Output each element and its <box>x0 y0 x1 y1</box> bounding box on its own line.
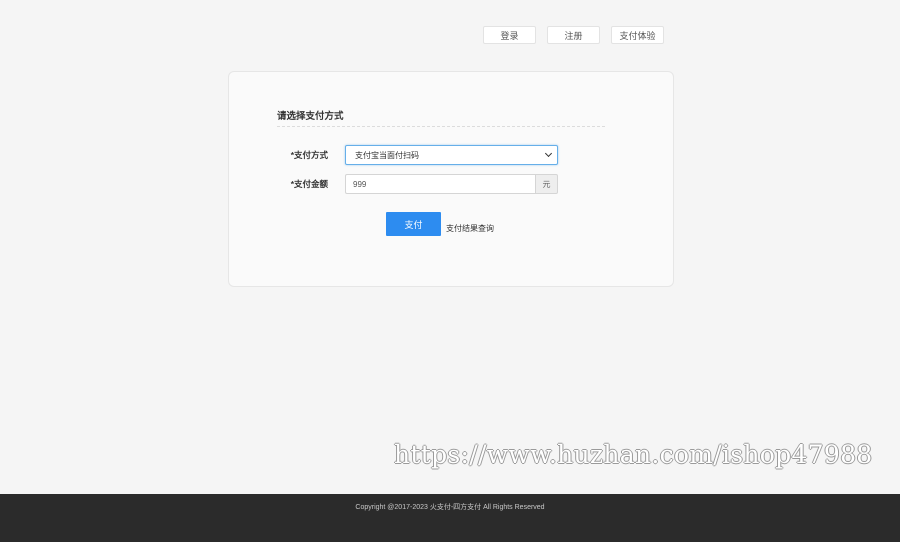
payment-card: 请选择支付方式 *支付方式 支付宝当面付扫码 *支付金额 元 支付 支付结果查询 <box>228 71 674 287</box>
watermark-text: https://www.huzhan.com/ishop47988 <box>394 440 873 469</box>
pay-button[interactable]: 支付 <box>386 212 441 236</box>
pay-demo-button[interactable]: 支付体验 <box>611 26 664 44</box>
register-button[interactable]: 注册 <box>547 26 600 44</box>
footer: Copyright @2017-2023 火支付-四方支付 All Rights… <box>0 494 900 542</box>
payment-amount-input[interactable] <box>345 174 535 194</box>
payment-amount-row: *支付金额 元 <box>277 174 577 194</box>
payment-result-query-link[interactable]: 支付结果查询 <box>446 223 494 234</box>
copyright-text: Copyright @2017-2023 火支付-四方支付 All Rights… <box>355 504 545 511</box>
amount-input-group: 元 <box>345 174 558 194</box>
payment-method-select[interactable]: 支付宝当面付扫码 <box>345 145 558 165</box>
chevron-down-icon <box>544 149 553 158</box>
payment-amount-label: *支付金额 <box>290 179 328 189</box>
amount-unit: 元 <box>535 174 558 194</box>
page: 登录 注册 支付体验 请选择支付方式 *支付方式 支付宝当面付扫码 *支付金额 … <box>0 0 900 542</box>
section-title: 请选择支付方式 <box>277 108 605 127</box>
top-nav: 登录 注册 支付体验 <box>483 26 664 44</box>
payment-method-value: 支付宝当面付扫码 <box>355 150 419 160</box>
form-actions: 支付 支付结果查询 <box>386 212 494 236</box>
payment-method-row: *支付方式 支付宝当面付扫码 <box>277 145 577 165</box>
login-button[interactable]: 登录 <box>483 26 536 44</box>
payment-method-label: *支付方式 <box>290 150 328 160</box>
